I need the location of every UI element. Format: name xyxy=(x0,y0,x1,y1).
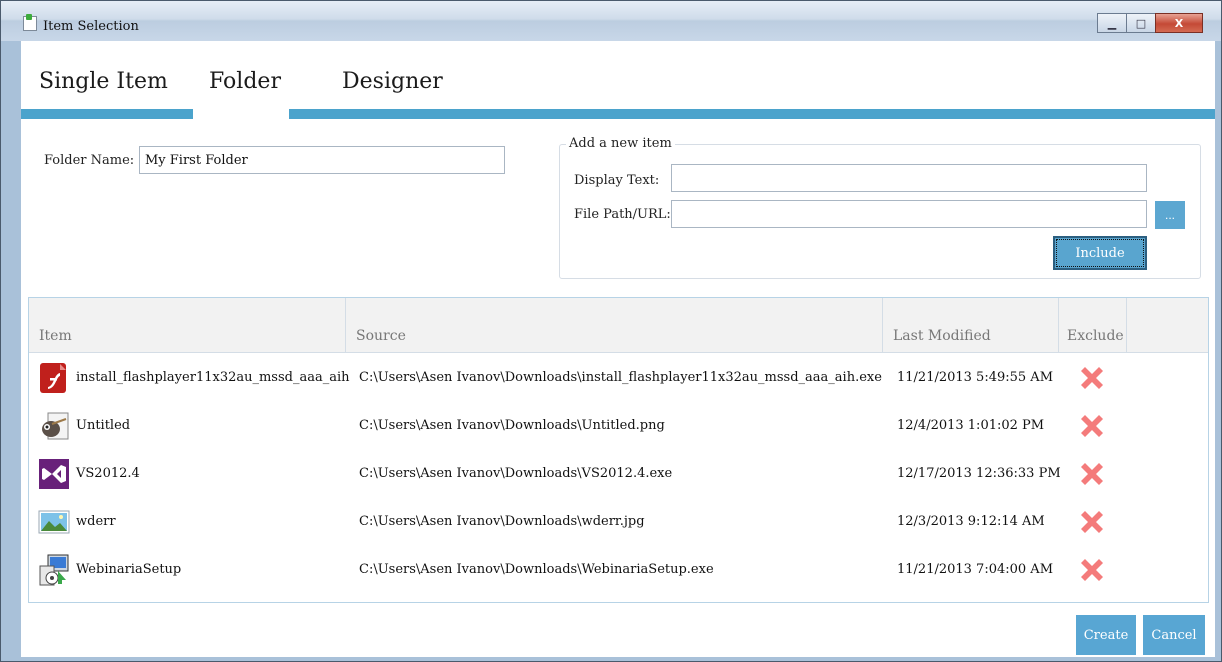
title-bar[interactable]: Item Selection ▁ □ X xyxy=(1,1,1221,41)
cancel-button[interactable]: Cancel xyxy=(1143,615,1205,655)
column-header-exclude[interactable]: Exclude xyxy=(1059,298,1127,352)
item-name: VS2012.4 xyxy=(76,466,140,481)
item-name: install_flashplayer11x32au_mssd_aaa_aih xyxy=(76,370,350,385)
file-path-input[interactable] xyxy=(671,200,1147,228)
item-selection-window: Item Selection ▁ □ X Single Item Folder … xyxy=(0,0,1222,662)
tab-single-item[interactable]: Single Item xyxy=(39,69,168,94)
item-last-modified: 11/21/2013 7:04:00 AM xyxy=(897,562,1054,577)
tab-strip-right xyxy=(289,109,1215,119)
flash-icon xyxy=(40,363,66,393)
item-source: C:\Users\Asen Ivanov\Downloads\Untitled.… xyxy=(359,418,665,433)
minimize-button[interactable]: ▁ xyxy=(1097,13,1127,33)
add-item-legend: Add a new item xyxy=(566,136,675,151)
visual-studio-icon xyxy=(39,459,69,489)
exclude-x-icon[interactable] xyxy=(1077,555,1107,585)
gimp-icon xyxy=(42,412,69,440)
table-row[interactable]: install_flashplayer11x32au_mssd_aaa_aih … xyxy=(29,354,1208,402)
image-file-icon xyxy=(38,510,70,534)
item-last-modified: 12/4/2013 1:01:02 PM xyxy=(897,418,1045,433)
table-row[interactable]: wderr C:\Users\Asen Ivanov\Downloads\wde… xyxy=(29,498,1208,546)
dialog-content: Single Item Folder Designer Folder Name:… xyxy=(21,41,1215,657)
table-row[interactable]: VS2012.4 C:\Users\Asen Ivanov\Downloads\… xyxy=(29,450,1208,498)
column-header-last-modified[interactable]: Last Modified xyxy=(883,298,1059,352)
column-header-source[interactable]: Source xyxy=(346,298,883,352)
create-button[interactable]: Create xyxy=(1076,615,1136,655)
window-controls: ▁ □ X xyxy=(1097,13,1203,33)
item-source: C:\Users\Asen Ivanov\Downloads\VS2012.4.… xyxy=(359,466,673,481)
exclude-x-icon[interactable] xyxy=(1077,411,1107,441)
column-header-item[interactable]: Item xyxy=(29,298,346,352)
item-last-modified: 11/21/2013 5:49:55 AM xyxy=(897,370,1054,385)
item-last-modified: 12/17/2013 12:36:33 PM xyxy=(897,466,1061,481)
folder-name-label: Folder Name: xyxy=(44,153,135,168)
tab-bar: Single Item Folder Designer xyxy=(21,41,1215,119)
close-icon: X xyxy=(1174,16,1184,30)
close-button[interactable]: X xyxy=(1155,13,1203,33)
display-text-label: Display Text: xyxy=(574,173,660,188)
exclude-x-icon[interactable] xyxy=(1077,507,1107,537)
tab-designer[interactable]: Designer xyxy=(342,69,443,94)
installer-icon xyxy=(39,554,69,586)
folder-name-input[interactable] xyxy=(139,146,505,174)
exclude-x-icon[interactable] xyxy=(1077,459,1107,489)
maximize-icon: □ xyxy=(1135,16,1147,30)
item-last-modified: 12/3/2013 9:12:14 AM xyxy=(897,514,1045,529)
item-name: WebinariaSetup xyxy=(76,562,182,577)
exclude-x-icon[interactable] xyxy=(1077,363,1107,393)
display-text-input[interactable] xyxy=(671,164,1147,192)
item-name: Untitled xyxy=(76,418,131,433)
item-source: C:\Users\Asen Ivanov\Downloads\install_f… xyxy=(359,370,882,385)
tab-strip-left xyxy=(21,109,193,119)
tab-folder[interactable]: Folder xyxy=(209,69,281,94)
include-button[interactable]: Include xyxy=(1053,236,1147,270)
items-grid: Item Source Last Modified Exclude instal… xyxy=(28,297,1209,603)
maximize-button[interactable]: □ xyxy=(1126,13,1156,33)
window-title: Item Selection xyxy=(43,19,139,34)
item-source: C:\Users\Asen Ivanov\Downloads\wderr.jpg xyxy=(359,514,645,529)
browse-button[interactable]: ... xyxy=(1155,201,1185,229)
item-source: C:\Users\Asen Ivanov\Downloads\Webinaria… xyxy=(359,562,714,577)
minimize-icon: ▁ xyxy=(1107,16,1117,30)
app-icon xyxy=(23,14,37,31)
table-row[interactable]: Untitled C:\Users\Asen Ivanov\Downloads\… xyxy=(29,402,1208,450)
item-name: wderr xyxy=(76,514,116,529)
file-path-label: File Path/URL: xyxy=(574,207,671,222)
grid-header: Item Source Last Modified Exclude xyxy=(29,298,1208,353)
table-row[interactable]: WebinariaSetup C:\Users\Asen Ivanov\Down… xyxy=(29,546,1208,594)
